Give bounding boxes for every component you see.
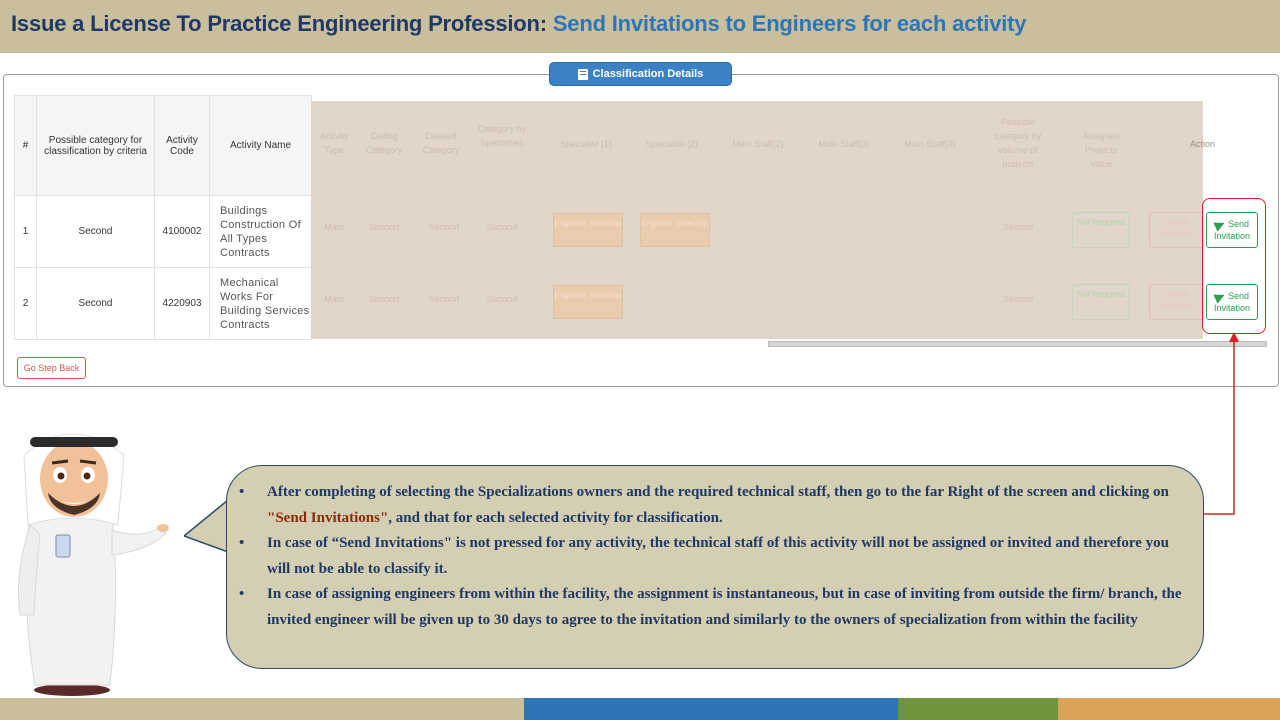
col-header-action: Action (1190, 139, 1216, 149)
activities-table: # Possible category for classification b… (14, 95, 312, 340)
faded-columns-overlay: Activity Type Ceiling Category Desired C… (311, 101, 1203, 339)
row-category: Second (36, 195, 155, 268)
row2-volume: Second (1002, 294, 1034, 304)
cancel-invitations-button[interactable]: Cancel Invitations (1149, 212, 1203, 248)
col-header-num: # (14, 95, 37, 196)
col-header-specialist-1: Specialist (1) (559, 139, 613, 149)
list-item: After completing of selecting the Specia… (239, 480, 1183, 531)
send-invitation-highlight (1202, 198, 1266, 334)
col-header-main-staff-4: Main Staff(4) (904, 139, 956, 149)
row-num: 2 (14, 267, 37, 340)
row1-desired: Second (428, 222, 460, 232)
row-code: 4220903 (154, 267, 210, 340)
col-header-assigned-value: Assigned Projects Value (1082, 131, 1120, 169)
engineer-selection-button[interactable]: Engineer Selection (553, 285, 623, 319)
col-header-category: Possible category for classification by … (36, 95, 155, 196)
col-header-ceiling: Ceiling Category (365, 131, 403, 155)
classification-details-button[interactable]: Classification Details (549, 62, 732, 86)
speech-bubble-tail (184, 500, 230, 552)
instructions-bubble: After completing of selecting the Specia… (226, 465, 1204, 669)
col-header-name: Activity Name (209, 95, 312, 196)
row-activity-name: Buildings Construction Of All Types Cont… (209, 195, 312, 268)
list-item: In case of assigning engineers from with… (239, 582, 1183, 633)
row1-ceiling: Second (368, 222, 400, 232)
col-header-code: Activity Code (154, 95, 210, 196)
row2-desired: Second (428, 294, 460, 304)
header-bar: Issue a License To Practice Engineering … (0, 0, 1280, 53)
row-activity-name: Mechanical Works For Building Services C… (209, 267, 312, 340)
col-header-main-staff-2: Main Staff(2) (732, 139, 784, 149)
book-icon (577, 68, 588, 80)
footer-stripe-tan (0, 698, 524, 720)
go-step-back-button[interactable]: Go Step Back (17, 357, 86, 379)
row1-type: Main (324, 222, 344, 232)
instructions-list: After completing of selecting the Specia… (227, 466, 1203, 633)
col-header-specialist-2: Specialist (2) (645, 139, 699, 149)
row-code: 4100002 (154, 195, 210, 268)
footer-stripe-green (898, 698, 1058, 720)
page-subtitle: Send Invitations to Engineers for each a… (546, 11, 1027, 36)
col-header-specialties: Category by Specialties (477, 124, 527, 148)
row2-type: Main (324, 294, 344, 304)
engineer-selection-button[interactable]: Engineer Selection (640, 213, 710, 247)
list-item: In case of “Send Invitations" is not pre… (239, 531, 1183, 582)
col-header-main-staff-3: Main Staff(3) (818, 139, 870, 149)
col-header-activity-type: Activity Type (319, 131, 349, 155)
not-required-button[interactable]: Not Required (1072, 284, 1130, 320)
col-header-volume: Possible category by volume of projects (994, 117, 1042, 169)
row1-specialties: Second (486, 222, 518, 232)
row2-specialties: Second (486, 294, 518, 304)
page-title: Issue a License To Practice Engineering … (11, 11, 1027, 36)
footer-stripe-orange (1058, 698, 1280, 720)
table-row: 2 Second 4220903 Mechanical Works For Bu… (14, 267, 312, 340)
col-header-desired: Desired Category (422, 131, 460, 155)
not-required-button[interactable]: Not Required (1072, 212, 1130, 248)
row1-volume: Second (1002, 222, 1034, 232)
row-num: 1 (14, 195, 37, 268)
footer-stripe-blue (524, 698, 898, 720)
row2-ceiling: Second (368, 294, 400, 304)
presenter-character (17, 433, 169, 696)
table-header-row: # Possible category for classification b… (14, 95, 312, 196)
table-row: 1 Second 4100002 Buildings Construction … (14, 195, 312, 268)
row-category: Second (36, 267, 155, 340)
engineer-selection-button[interactable]: Engineer Selection (553, 213, 623, 247)
cancel-invitations-button[interactable]: Cancel Invitations (1149, 284, 1203, 320)
